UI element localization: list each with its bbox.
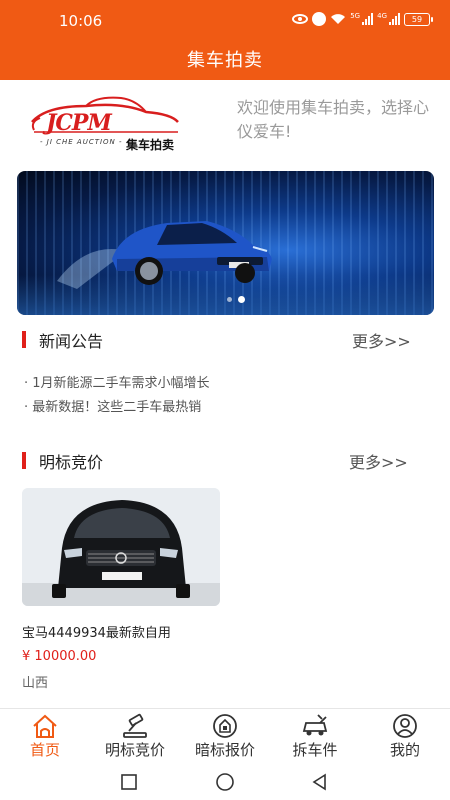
tab-label: 明标竞价 bbox=[104, 741, 165, 759]
logo-sub-text: - JI CHE AUCTION - bbox=[40, 138, 123, 146]
system-nav-bar bbox=[0, 764, 450, 800]
logo-brand-text: JCPM bbox=[46, 110, 112, 136]
banner-carousel[interactable] bbox=[17, 171, 434, 315]
auction-item-location: 山西 bbox=[22, 676, 49, 691]
tab-profile[interactable]: 我的 bbox=[360, 709, 450, 764]
news-item[interactable]: · 1月新能源二手车需求小幅增长 bbox=[24, 372, 424, 396]
carousel-dot[interactable] bbox=[227, 297, 232, 302]
recents-icon[interactable] bbox=[119, 772, 139, 792]
wifi-icon bbox=[331, 14, 346, 24]
news-section-header: 新闻公告 更多>> bbox=[22, 328, 422, 352]
auction-card[interactable]: 宝马4449934最新款自用 ¥ 10000.00 山西 bbox=[22, 488, 220, 691]
brand-row: JCPM - JI CHE AUCTION - 集车拍卖 欢迎使用集车拍卖，选择… bbox=[0, 80, 450, 170]
car-parts-icon bbox=[302, 714, 328, 736]
news-item[interactable]: · 最新数据！这些二手车最热销 bbox=[24, 396, 424, 420]
section-accent-bar bbox=[22, 331, 26, 348]
home-icon bbox=[33, 714, 57, 738]
status-bar: 10:06 5G 4G 59 bbox=[0, 0, 450, 42]
blue-car-image bbox=[57, 221, 272, 289]
network-type-2: 4G bbox=[377, 12, 387, 20]
sealed-bid-icon bbox=[213, 714, 237, 738]
bottom-tab-bar: 首页 明标竞价 暗标报价 拆车件 我的 bbox=[0, 708, 450, 764]
auction-section-title: 明标竞价 bbox=[39, 453, 104, 472]
auction-car-image bbox=[22, 488, 220, 606]
auction-more-link[interactable]: 更多>> bbox=[349, 449, 408, 473]
auction-item-name: 宝马4449934最新款自用 bbox=[22, 626, 171, 641]
status-icons: 5G 4G 59 bbox=[292, 12, 433, 26]
carousel-indicator bbox=[227, 296, 245, 303]
tab-home[interactable]: 首页 bbox=[0, 709, 90, 764]
battery-icon: 59 bbox=[404, 12, 433, 26]
news-section-title: 新闻公告 bbox=[39, 332, 104, 351]
auction-item-price: ¥ 10000.00 bbox=[22, 649, 97, 664]
signal-icon-2 bbox=[389, 13, 400, 25]
tab-label: 暗标报价 bbox=[194, 741, 255, 759]
app-header: 10:06 5G 4G 59 集车拍卖 bbox=[0, 0, 450, 80]
carousel-dot-active[interactable] bbox=[238, 296, 245, 303]
welcome-text: 欢迎使用集车拍卖，选择心仪爱车! bbox=[237, 98, 430, 141]
tab-label: 我的 bbox=[389, 741, 420, 759]
signal-icon bbox=[362, 13, 374, 25]
page-title: 集车拍卖 bbox=[187, 50, 263, 71]
back-icon[interactable] bbox=[310, 772, 330, 792]
battery-level: 59 bbox=[411, 14, 423, 24]
news-list: · 1月新能源二手车需求小幅增长 · 最新数据！这些二手车最热销 bbox=[24, 372, 424, 420]
news-more-link[interactable]: 更多>> bbox=[352, 328, 411, 352]
black-van-image bbox=[22, 488, 220, 606]
alarm-icon bbox=[312, 12, 327, 26]
network-type-1: 5G bbox=[350, 12, 361, 20]
tab-label: 拆车件 bbox=[292, 741, 338, 759]
tab-car-parts[interactable]: 拆车件 bbox=[270, 709, 360, 764]
tab-label: 首页 bbox=[29, 741, 60, 759]
gavel-icon bbox=[123, 713, 147, 738]
logo-cn-text: 集车拍卖 bbox=[126, 138, 175, 152]
tab-open-bid[interactable]: 明标竞价 bbox=[90, 709, 180, 764]
jcpm-logo: JCPM - JI CHE AUCTION - 集车拍卖 bbox=[26, 92, 186, 156]
auction-section-header: 明标竞价 更多>> bbox=[22, 449, 422, 473]
status-time: 10:06 bbox=[59, 12, 103, 30]
eye-comfort-icon bbox=[292, 14, 309, 24]
home-button-icon[interactable] bbox=[215, 772, 235, 792]
section-accent-bar bbox=[22, 452, 26, 469]
user-icon bbox=[393, 714, 417, 738]
tab-sealed-bid[interactable]: 暗标报价 bbox=[180, 709, 270, 764]
